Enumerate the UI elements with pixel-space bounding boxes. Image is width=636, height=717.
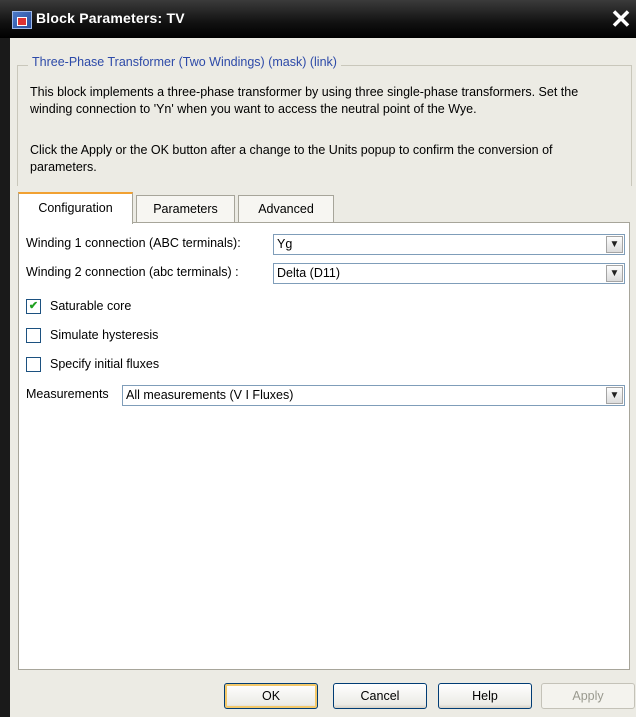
ok-button[interactable]: OK [224, 683, 318, 709]
mask-instruction: Click the Apply or the OK button after a… [30, 143, 553, 174]
tab-advanced[interactable]: Advanced [238, 195, 334, 223]
winding1-select[interactable]: Yg ▼ [273, 234, 625, 255]
winding2-label: Winding 2 connection (abc terminals) : [26, 265, 239, 279]
saturable-core-label: Saturable core [50, 299, 132, 313]
cancel-button[interactable]: Cancel [333, 683, 427, 709]
measurements-select[interactable]: All measurements (V I Fluxes) ▼ [122, 385, 625, 406]
mask-description: This block implements a three-phase tran… [30, 85, 579, 116]
chevron-down-icon: ▼ [606, 265, 623, 282]
specify-initial-fluxes-checkbox[interactable] [26, 357, 41, 372]
configuration-panel: Winding 1 connection (ABC terminals): Yg… [18, 222, 630, 670]
simulate-hysteresis-label: Simulate hysteresis [50, 328, 159, 342]
help-button[interactable]: Help [438, 683, 532, 709]
mask-group-title: Three-Phase Transformer (Two Windings) (… [28, 55, 341, 69]
specify-initial-fluxes-label: Specify initial fluxes [50, 357, 160, 371]
chevron-down-icon: ▼ [606, 236, 623, 253]
apply-button[interactable]: Apply [541, 683, 635, 709]
simulink-block-icon [12, 11, 32, 29]
simulate-hysteresis-checkbox[interactable] [26, 328, 41, 343]
saturable-core-checkbox[interactable]: ✔ [26, 299, 41, 314]
title-bar[interactable]: Block Parameters: TV ✕ [0, 0, 636, 38]
check-icon: ✔ [28, 300, 39, 312]
winding1-label: Winding 1 connection (ABC terminals): [26, 236, 241, 250]
chevron-down-icon: ▼ [606, 387, 623, 404]
winding2-select[interactable]: Delta (D11) ▼ [273, 263, 625, 284]
winding1-value: Yg [277, 237, 293, 251]
block-parameters-dialog: Block Parameters: TV ✕ Three-Phase Trans… [0, 0, 636, 717]
window-title: Block Parameters: TV [36, 10, 185, 26]
tab-configuration[interactable]: Configuration [18, 192, 133, 224]
tab-parameters[interactable]: Parameters [136, 195, 235, 223]
close-icon[interactable]: ✕ [606, 2, 636, 36]
measurements-value: All measurements (V I Fluxes) [126, 388, 294, 402]
window-left-edge [0, 38, 10, 717]
winding2-value: Delta (D11) [277, 266, 340, 280]
measurements-label: Measurements [26, 387, 109, 401]
